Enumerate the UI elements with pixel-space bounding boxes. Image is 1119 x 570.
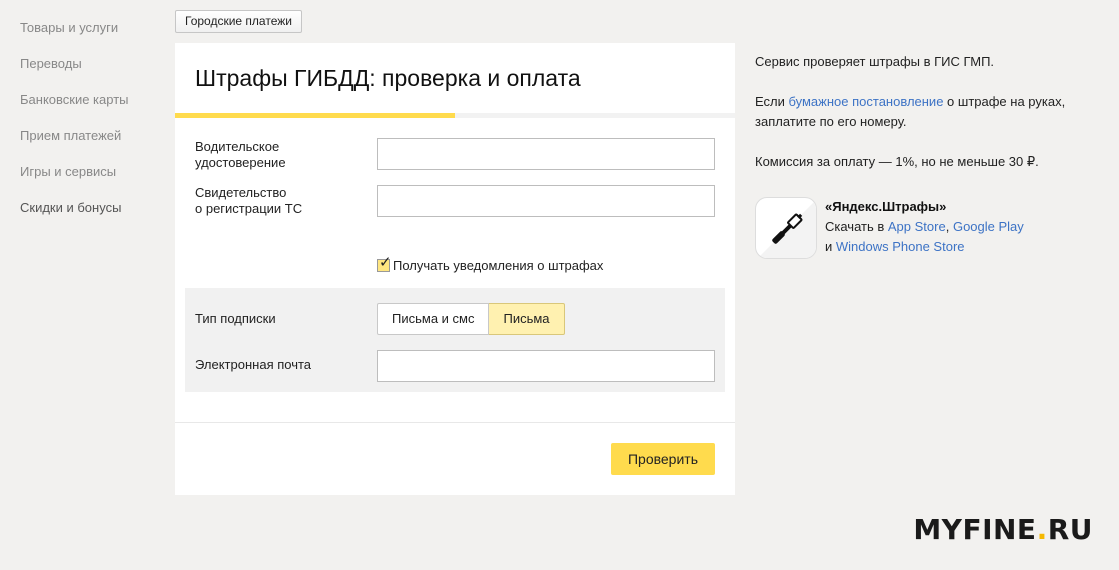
sidebar-item-bank-cards[interactable]: Банковские карты	[20, 92, 160, 128]
paper-decree-link[interactable]: бумажное постановление	[788, 94, 943, 109]
checkmark-icon: ✓	[379, 253, 392, 271]
sidebar-item-discounts[interactable]: Скидки и бонусы	[20, 200, 160, 236]
app-title: «Яндекс.Штрафы»	[825, 199, 947, 214]
watermark-logo: MYFINE.RU	[913, 513, 1093, 546]
info-service-text: Сервис проверяет штрафы в ГИС ГМП.	[755, 54, 995, 69]
yandex-fines-app-icon[interactable]	[755, 197, 817, 259]
progress-bar	[175, 113, 735, 118]
divider	[175, 422, 735, 423]
sidebar-item-transfers[interactable]: Переводы	[20, 56, 160, 92]
registration-label: Свидетельство о регистрации ТС	[195, 185, 303, 216]
sidebar-item-goods[interactable]: Товары и услуги	[20, 20, 160, 56]
info-paper-prefix: Если	[755, 94, 789, 109]
progress-fill	[175, 113, 455, 118]
sidebar-item-games[interactable]: Игры и сервисы	[20, 164, 160, 200]
app-download-line: Скачать в App Store, Google Play	[825, 217, 1024, 237]
app-store-link[interactable]: App Store	[888, 219, 946, 234]
fines-form-card: Штрафы ГИБДД: проверка и оплата Водитель…	[175, 43, 735, 495]
subscription-option-mail[interactable]: Письма	[489, 303, 565, 335]
card-header: Штрафы ГИБДД: проверка и оплата	[175, 43, 735, 118]
info-panel: Сервис проверяет штрафы в ГИС ГМП. Если …	[755, 52, 1105, 192]
city-payments-button[interactable]: Городские платежи	[175, 10, 302, 33]
email-input[interactable]	[377, 350, 715, 382]
watermark-main: MYFINE	[913, 513, 1037, 546]
page-title: Штрафы ГИБДД: проверка и оплата	[195, 65, 581, 91]
app-promo: «Яндекс.Штрафы» Скачать в App Store, Goo…	[755, 197, 1105, 259]
info-paper-text: Если бумажное постановление о штрафе на …	[755, 92, 1105, 132]
watermark-tld: RU	[1047, 513, 1093, 546]
notify-checkbox[interactable]: ✓	[377, 255, 392, 272]
subscription-panel: Тип подписки Письма и смс Письма Электро…	[185, 288, 725, 392]
license-label: Водительское удостоверение	[195, 139, 286, 170]
sidebar-item-accept-payments[interactable]: Прием платежей	[20, 128, 160, 164]
app-windows-line: и Windows Phone Store	[825, 237, 1024, 257]
watermark-dot: .	[1036, 513, 1048, 546]
sidebar: Товары и услуги Переводы Банковские карт…	[20, 20, 160, 236]
notify-checkbox-row[interactable]: ✓ Получать уведомления о штрафах	[377, 255, 604, 274]
subscription-option-mail-sms[interactable]: Письма и смс	[377, 303, 490, 335]
windows-phone-store-link[interactable]: Windows Phone Store	[836, 239, 965, 254]
subscription-type-toggle: Письма и смс Письма	[377, 303, 565, 335]
license-input[interactable]	[377, 138, 715, 170]
email-label: Электронная почта	[195, 357, 312, 372]
check-button[interactable]: Проверить	[611, 443, 715, 475]
registration-input[interactable]	[377, 185, 715, 217]
subscription-type-label: Тип подписки	[195, 311, 276, 326]
download-prefix: Скачать в	[825, 219, 888, 234]
app-text: «Яндекс.Штрафы» Скачать в App Store, Goo…	[825, 197, 1024, 257]
info-commission-text: Комиссия за оплату — 1%, но не меньше 30…	[755, 154, 1039, 169]
notify-label: Получать уведомления о штрафах	[393, 257, 604, 273]
and-text: и	[825, 239, 836, 254]
google-play-link[interactable]: Google Play	[953, 219, 1024, 234]
store-separator: ,	[945, 219, 953, 234]
